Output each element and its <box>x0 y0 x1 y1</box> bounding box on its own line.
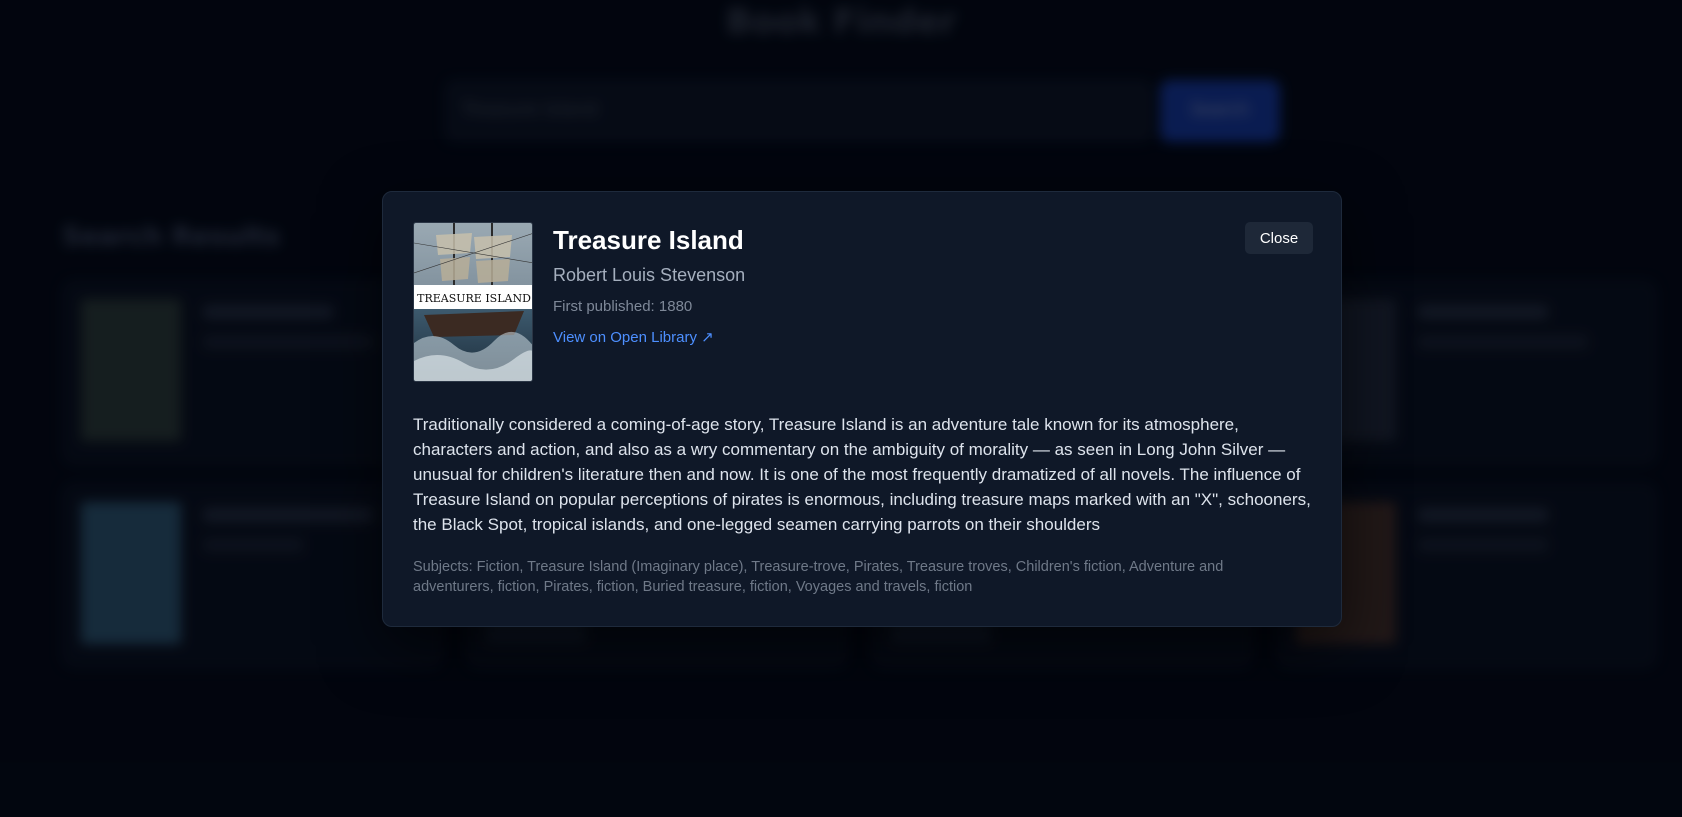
book-subjects: Subjects: Fiction, Treasure Island (Imag… <box>413 559 1224 595</box>
book-title: Treasure Island <box>553 225 744 255</box>
open-library-link[interactable]: View on Open Library ↗ <box>553 328 714 346</box>
book-detail-modal: TREASURE ISLAND Treasure Island Robert L… <box>382 191 1342 627</box>
first-published: First published: 1880 <box>553 298 693 315</box>
cover-title-text: TREASURE ISLAND <box>417 292 531 305</box>
close-button[interactable]: Close <box>1245 222 1313 254</box>
book-cover-image: TREASURE ISLAND <box>413 222 533 382</box>
book-description: Traditionally considered a coming-of-age… <box>413 415 1311 534</box>
book-author: Robert Louis Stevenson <box>553 265 746 285</box>
